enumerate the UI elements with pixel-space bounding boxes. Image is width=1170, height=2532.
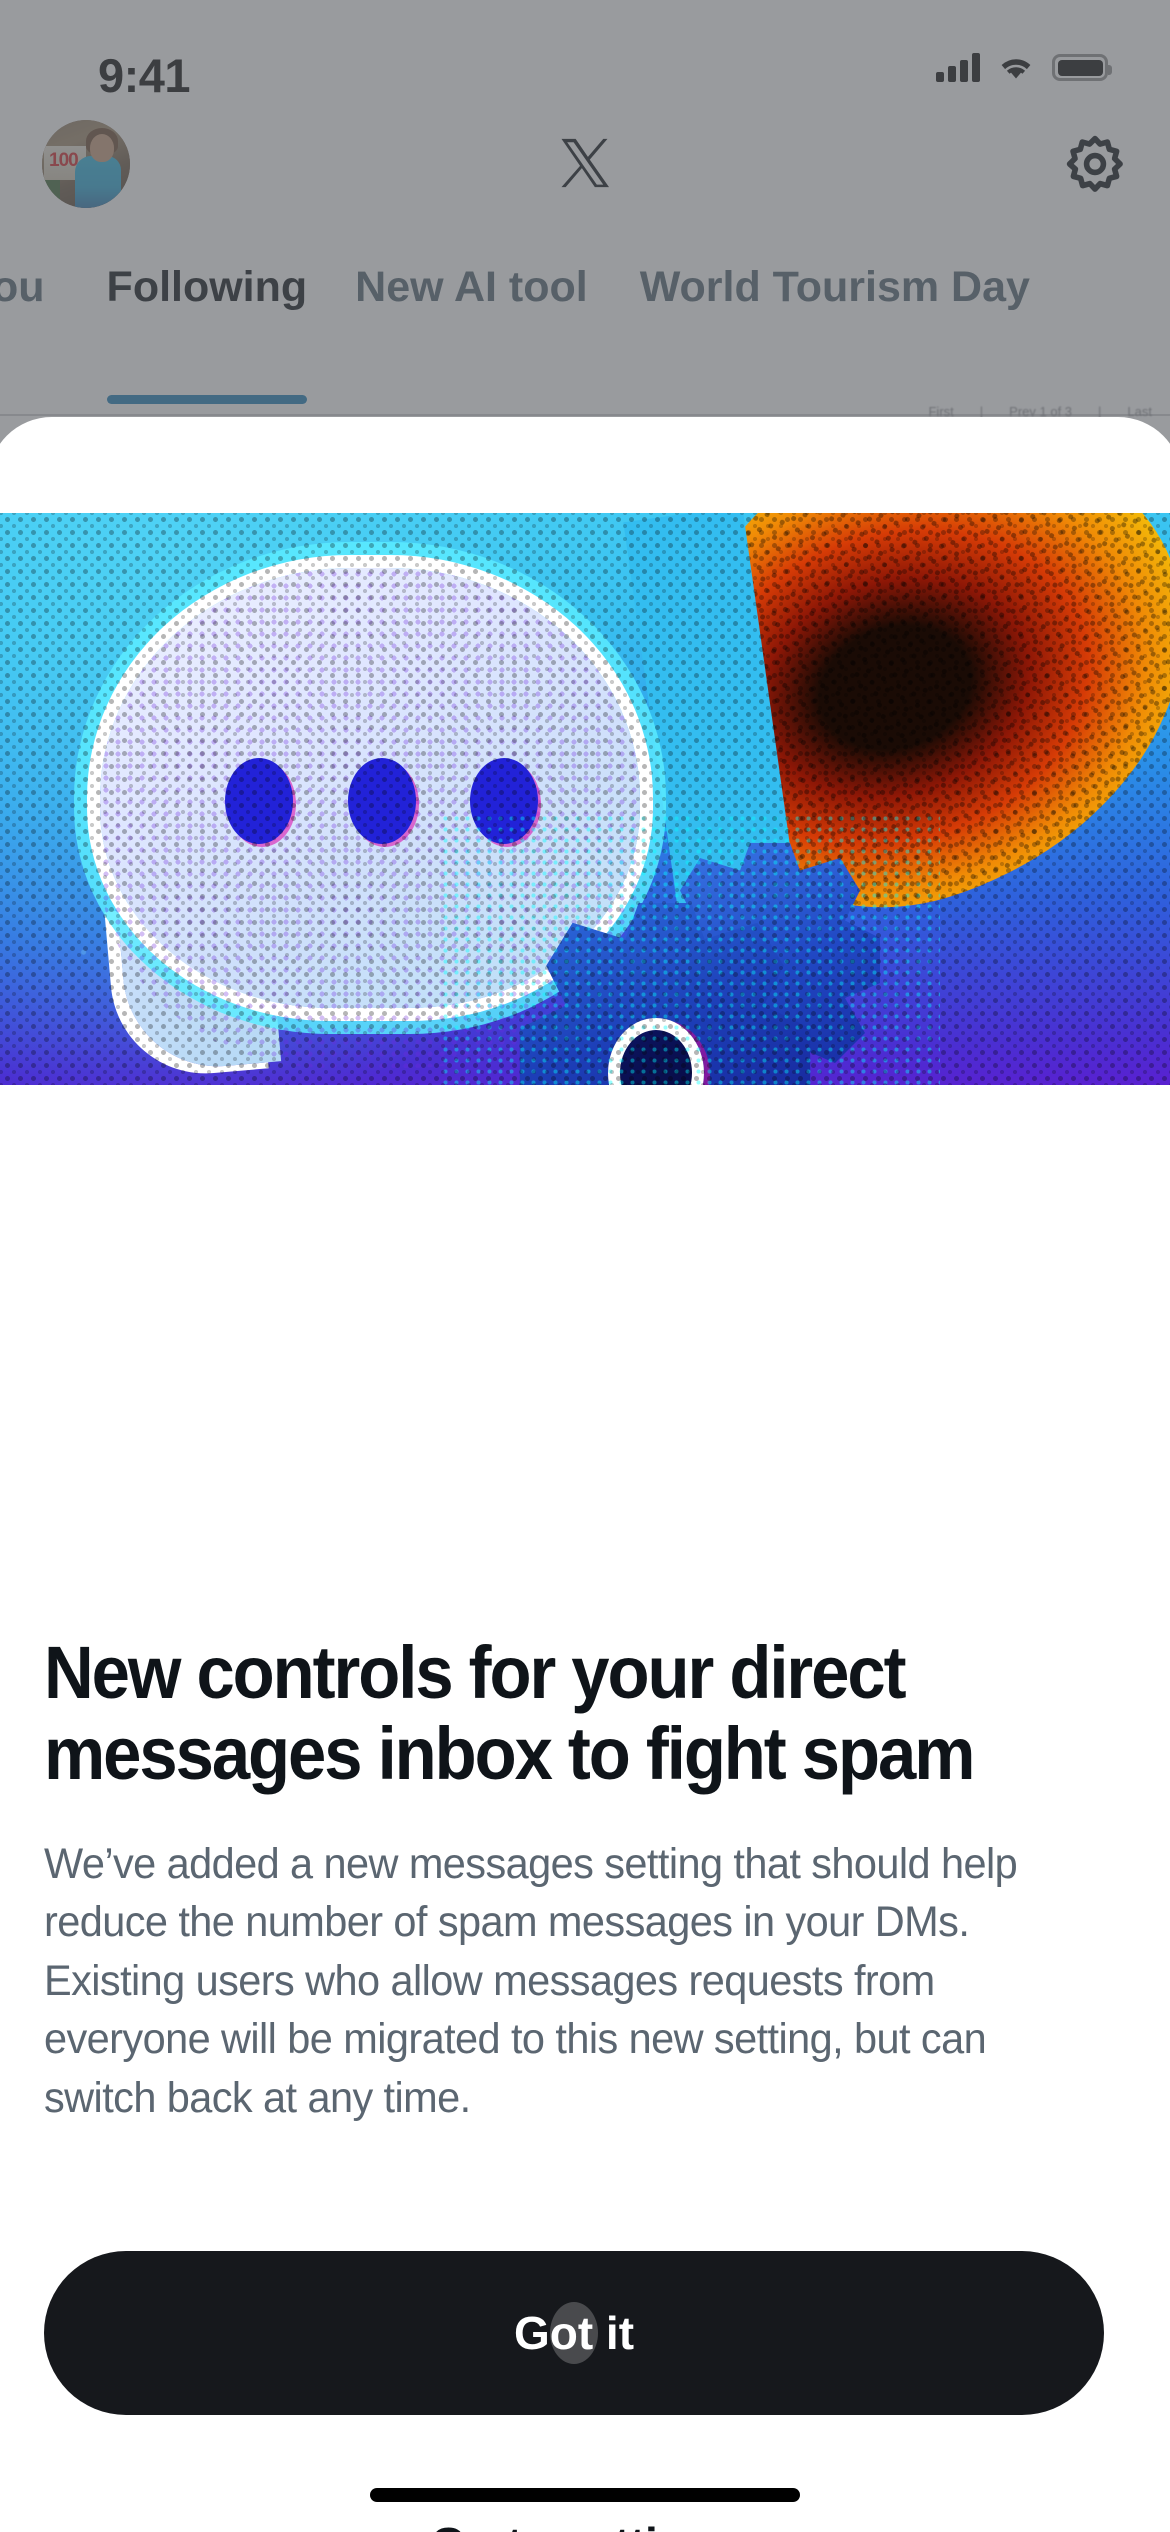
status-bar: 9:41	[0, 0, 1170, 105]
home-indicator[interactable]	[370, 2488, 800, 2502]
go-to-settings-link[interactable]: Go to settings	[0, 2517, 1170, 2532]
tab-strip[interactable]: ou Following New AI tool World Tourism D…	[0, 220, 1170, 414]
tab-new-ai-tool[interactable]: New AI tool	[355, 220, 588, 414]
hero-torn-edge	[0, 1085, 1170, 1233]
pagination-last: Last	[1127, 404, 1152, 419]
status-bar-icons	[936, 53, 1112, 82]
tab-bar: ou Following New AI tool World Tourism D…	[0, 220, 1170, 416]
active-tab-underline	[106, 395, 308, 404]
tab-following[interactable]: Following	[106, 220, 308, 414]
sheet-body-text: We’ve added a new messages setting that …	[44, 1840, 1018, 2122]
tab-label: New AI tool	[355, 263, 588, 311]
hero-illustration	[0, 513, 1170, 1233]
x-logo	[561, 138, 610, 187]
tab-label: ou	[0, 263, 45, 311]
tab-world-tourism-day[interactable]: World Tourism Day	[640, 220, 1030, 414]
got-it-button[interactable]: Got it	[44, 2251, 1104, 2415]
tab-label: World Tourism Day	[639, 263, 1030, 311]
tab-for-you[interactable]: ou	[0, 220, 45, 414]
gear-icon[interactable]	[1062, 131, 1128, 197]
avatar[interactable]: 100	[42, 120, 130, 208]
page-title: New controls for your direct messages in…	[44, 1631, 975, 1795]
got-it-button-label: Got it	[513, 2307, 635, 2359]
app-header: 100	[0, 105, 1170, 220]
battery-full-icon	[1052, 54, 1112, 81]
wifi-icon	[1001, 59, 1031, 79]
status-time: 9:41	[98, 49, 191, 102]
announcement-sheet: New controls for your direct messages in…	[0, 417, 1170, 2532]
tab-label: Following	[106, 263, 308, 311]
phone-screen: 9:41 100 ou Following New AI tool World …	[0, 0, 1170, 2532]
cellular-signal-icon	[936, 53, 980, 82]
